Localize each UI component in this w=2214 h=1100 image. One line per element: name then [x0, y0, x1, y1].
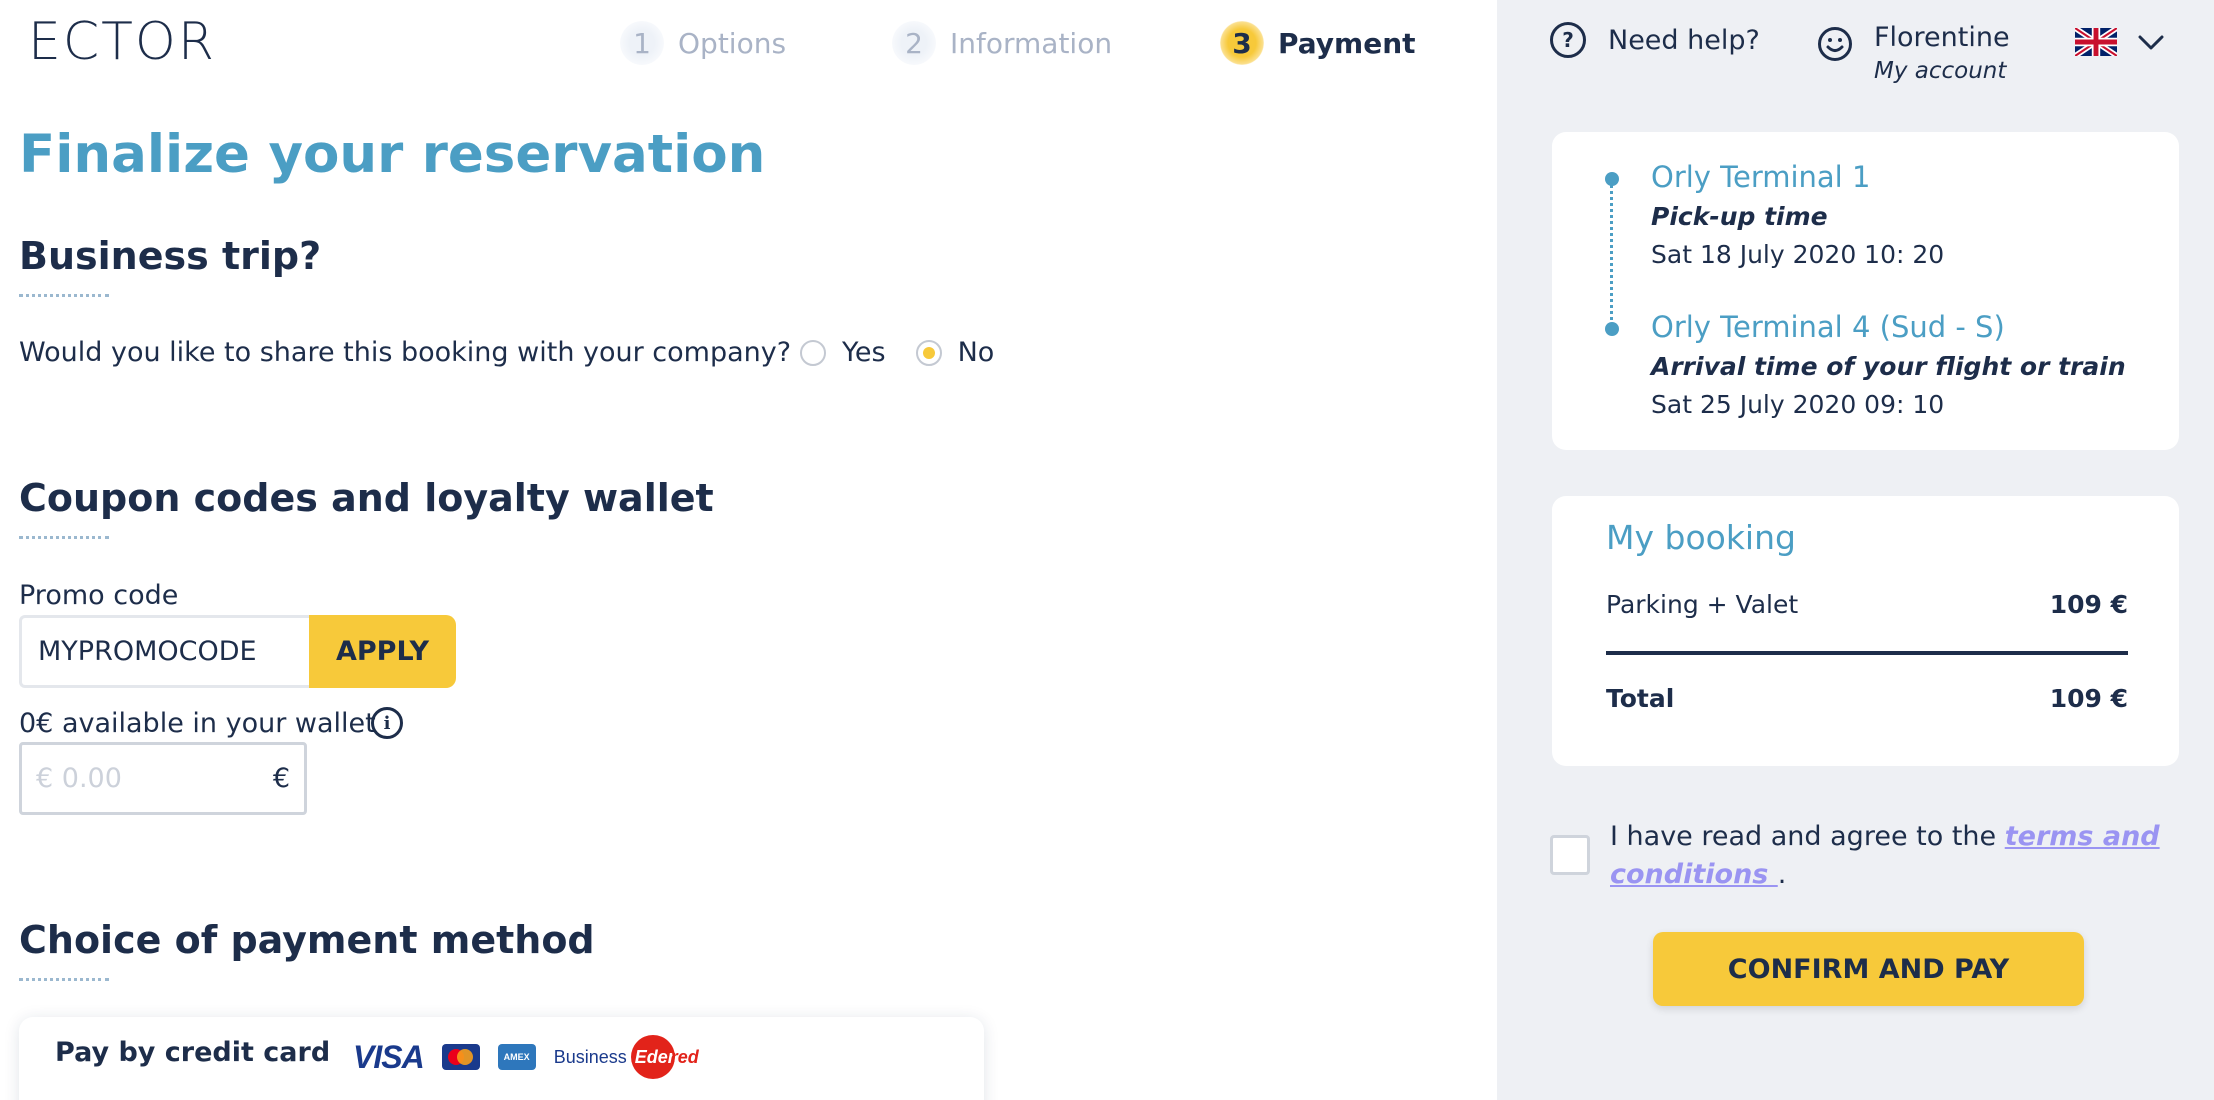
- terms-text: I have read and agree to the terms and c…: [1610, 818, 2170, 894]
- destination-place: Orly Terminal 4 (Sud - S): [1651, 310, 2005, 344]
- timeline-start-dot: [1605, 172, 1619, 186]
- step-options: 1 Options: [620, 18, 786, 68]
- wallet-label: 0€ available in your wallet: [19, 708, 376, 739]
- step-label: Options: [678, 26, 787, 60]
- step-payment: 3 Payment: [1220, 18, 1416, 68]
- business-radio-group: Yes No: [800, 337, 1024, 368]
- business-question: Would you like to share this booking wit…: [19, 337, 792, 368]
- coupons-title: Coupon codes and loyalty wallet: [19, 476, 714, 520]
- booking-total-row: Total 109 €: [1606, 684, 2128, 713]
- help-link[interactable]: ? Need help?: [1550, 22, 1760, 58]
- business-trip-title: Business trip?: [19, 234, 322, 278]
- promo-code-group: APPLY: [19, 615, 456, 688]
- pay-by-card-option[interactable]: Pay by credit card VISA AMEX Business Ed…: [19, 1017, 984, 1100]
- arrival-time-label: Arrival time of your flight or train: [1651, 352, 2126, 381]
- booking-divider: [1606, 651, 2128, 655]
- wallet-amount-input[interactable]: [36, 763, 273, 794]
- radio-yes[interactable]: [800, 339, 826, 366]
- edenred-prefix: Business: [553, 1046, 627, 1067]
- my-account-label: My account: [1874, 58, 2007, 84]
- section-divider: [19, 536, 109, 539]
- confirm-and-pay-button[interactable]: CONFIRM AND PAY: [1653, 932, 2084, 1006]
- visa-logo: VISA: [353, 1038, 425, 1075]
- trip-summary-card: Orly Terminal 1 Pick-up time Sat 18 July…: [1552, 132, 2179, 450]
- chevron-down-icon[interactable]: [2137, 28, 2165, 56]
- promo-code-input[interactable]: [19, 615, 309, 688]
- pickup-date: Sat 18 July 2020 10: 20: [1651, 240, 1945, 269]
- terms-suffix: .: [1777, 859, 1787, 890]
- pay-by-card-label: Pay by credit card: [55, 1037, 331, 1068]
- total-label: Total: [1606, 684, 1675, 713]
- radio-no[interactable]: [915, 339, 942, 366]
- account-name: Florentine: [1874, 22, 2010, 53]
- edenred-tail: red: [670, 1046, 699, 1067]
- terms-prefix: I have read and agree to the: [1610, 821, 2005, 852]
- help-label: Need help?: [1608, 24, 1760, 56]
- section-divider: [19, 978, 109, 981]
- trip-timeline: [1610, 178, 1614, 328]
- step-label: Payment: [1278, 26, 1416, 60]
- radio-yes-label[interactable]: Yes: [842, 337, 886, 368]
- step-number: 3: [1220, 21, 1264, 65]
- arrival-date: Sat 25 July 2020 09: 10: [1651, 390, 1945, 419]
- uk-flag-icon[interactable]: [2075, 28, 2117, 56]
- edenred-circle: Eden: [630, 1035, 679, 1079]
- help-icon: ?: [1550, 22, 1586, 58]
- section-divider: [19, 294, 109, 297]
- pickup-time-label: Pick-up time: [1651, 202, 1828, 231]
- step-information: 2 Information: [892, 18, 1112, 68]
- page-title: Finalize your reservation: [19, 124, 766, 185]
- apply-button[interactable]: APPLY: [309, 615, 456, 688]
- item-label: Parking + Valet: [1606, 590, 1799, 619]
- booking-title: My booking: [1606, 518, 1796, 557]
- logo[interactable]: ECTOR: [28, 12, 216, 72]
- amex-logo: AMEX: [497, 1044, 536, 1070]
- edenred-logo: Business Eden red: [554, 1035, 699, 1079]
- step-label: Information: [950, 26, 1113, 60]
- timeline-end-dot: [1605, 322, 1619, 336]
- terms-checkbox[interactable]: [1550, 835, 1590, 875]
- currency-label: €: [272, 763, 290, 794]
- mastercard-logo: [441, 1044, 480, 1070]
- payment-method-title: Choice of payment method: [19, 918, 595, 962]
- origin-place: Orly Terminal 1: [1651, 160, 1871, 194]
- wallet-field: €: [19, 742, 307, 815]
- step-number: 1: [620, 21, 664, 65]
- checkout-steps: 1 Options 2 Information 3 Payment: [620, 18, 1440, 68]
- main-content: ECTOR 1 Options 2 Information 3 Payment …: [0, 0, 1497, 1100]
- booking-summary-card: My booking Parking + Valet 109 € Total 1…: [1552, 496, 2179, 766]
- promo-code-label: Promo code: [19, 580, 179, 611]
- total-price: 109 €: [2049, 684, 2128, 713]
- step-number: 2: [892, 21, 936, 65]
- info-icon[interactable]: i: [371, 707, 403, 739]
- booking-item-row: Parking + Valet 109 €: [1606, 590, 2128, 619]
- card-logos: VISA AMEX Business Eden red: [353, 1035, 699, 1079]
- smiley-icon: [1818, 27, 1852, 61]
- item-price: 109 €: [2049, 590, 2128, 619]
- sidebar: ? Need help? Florentine My account Orly …: [1497, 0, 2214, 1100]
- radio-no-label[interactable]: No: [958, 337, 995, 368]
